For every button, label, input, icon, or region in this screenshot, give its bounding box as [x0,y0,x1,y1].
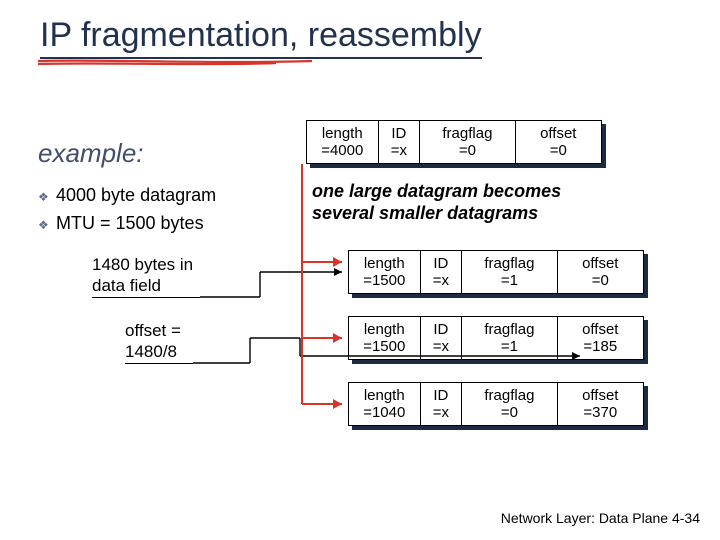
cell-header: ID [433,387,448,404]
cell-value: =0 [550,142,567,159]
example-label: example: [38,138,144,169]
bullet-text: 4000 byte datagram [56,182,216,208]
list-item: ❖ MTU = 1500 bytes [38,210,216,238]
note-line: 1480 bytes in [92,254,193,275]
bullet-icon: ❖ [38,184,56,210]
cell-value: =1 [501,338,518,355]
cell-header: offset [582,387,618,404]
cell-header: length [322,125,363,142]
cell-header: offset [582,321,618,338]
cell-value: =1500 [363,338,405,355]
note-line: offset = [125,320,181,341]
note-offset: offset = 1480/8 [125,320,181,362]
cell-header: fragflag [484,255,534,272]
bullet-icon: ❖ [38,212,56,238]
slide-footer: Network Layer: Data Plane 4-34 [501,510,700,526]
slide-title: IP fragmentation, reassembly [40,16,482,59]
cell-header: fragflag [484,321,534,338]
cell-header: ID [391,125,406,142]
cell-value: =x [433,338,449,355]
cell-header: offset [540,125,576,142]
cell-value: =1040 [363,404,405,421]
list-item: ❖ 4000 byte datagram [38,182,216,210]
cell-value: =0 [501,404,518,421]
cell-value: =0 [592,272,609,289]
cell-value: =1 [501,272,518,289]
cell-value: =1500 [363,272,405,289]
leader-data-field [200,268,342,297]
packet-fragment-1: length=1500 ID=x fragflag=1 offset=0 [348,250,644,294]
cell-header: fragflag [484,387,534,404]
cell-header: fragflag [442,125,492,142]
cell-header: offset [582,255,618,272]
note-line: 1480/8 [125,341,181,362]
cell-header: length [364,255,405,272]
caption-line: several smaller datagrams [312,202,561,224]
note-data-field: 1480 bytes in data field [92,254,193,296]
note-line: data field [92,275,193,296]
note-underline [92,297,200,298]
caption: one large datagram becomes several small… [312,180,561,224]
cell-value: =0 [459,142,476,159]
cell-value: =x [391,142,407,159]
packet-fragment-2: length=1500 ID=x fragflag=1 offset=185 [348,316,644,360]
bullet-list: ❖ 4000 byte datagram ❖ MTU = 1500 bytes [38,182,216,238]
cell-value: =x [433,404,449,421]
cell-value: =185 [583,338,617,355]
cell-value: =x [433,272,449,289]
cell-header: ID [433,255,448,272]
cell-value: =4000 [321,142,363,159]
cell-header: length [364,321,405,338]
packet-fragment-3: length=1040 ID=x fragflag=0 offset=370 [348,382,644,426]
cell-value: =370 [583,404,617,421]
cell-header: length [364,387,405,404]
bullet-text: MTU = 1500 bytes [56,210,204,236]
title-accent-underline [36,58,316,66]
caption-line: one large datagram becomes [312,180,561,202]
note-underline [125,363,193,364]
packet-original: length =4000 ID =x fragflag =0 offset =0 [306,120,602,164]
cell-header: ID [433,321,448,338]
